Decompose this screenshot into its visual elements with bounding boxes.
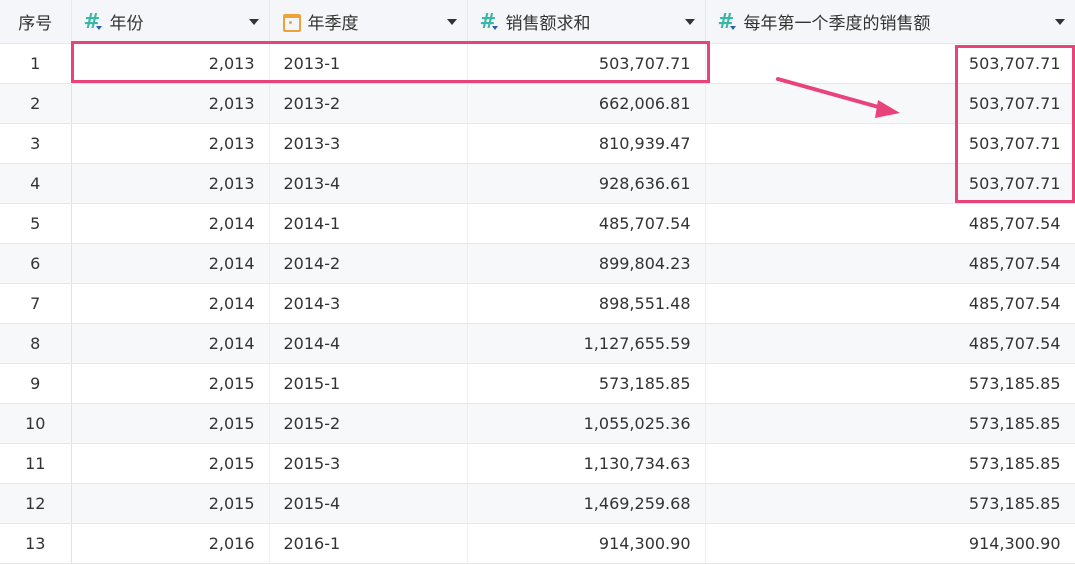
arrow-shaft <box>776 77 884 110</box>
data-table: 序号 # 年份 年季度 # 销售额求和 # 每年第一个季度的销售额 1 2,01… <box>0 0 1075 564</box>
arrow-head <box>875 100 900 118</box>
annotation-arrow <box>776 77 900 118</box>
